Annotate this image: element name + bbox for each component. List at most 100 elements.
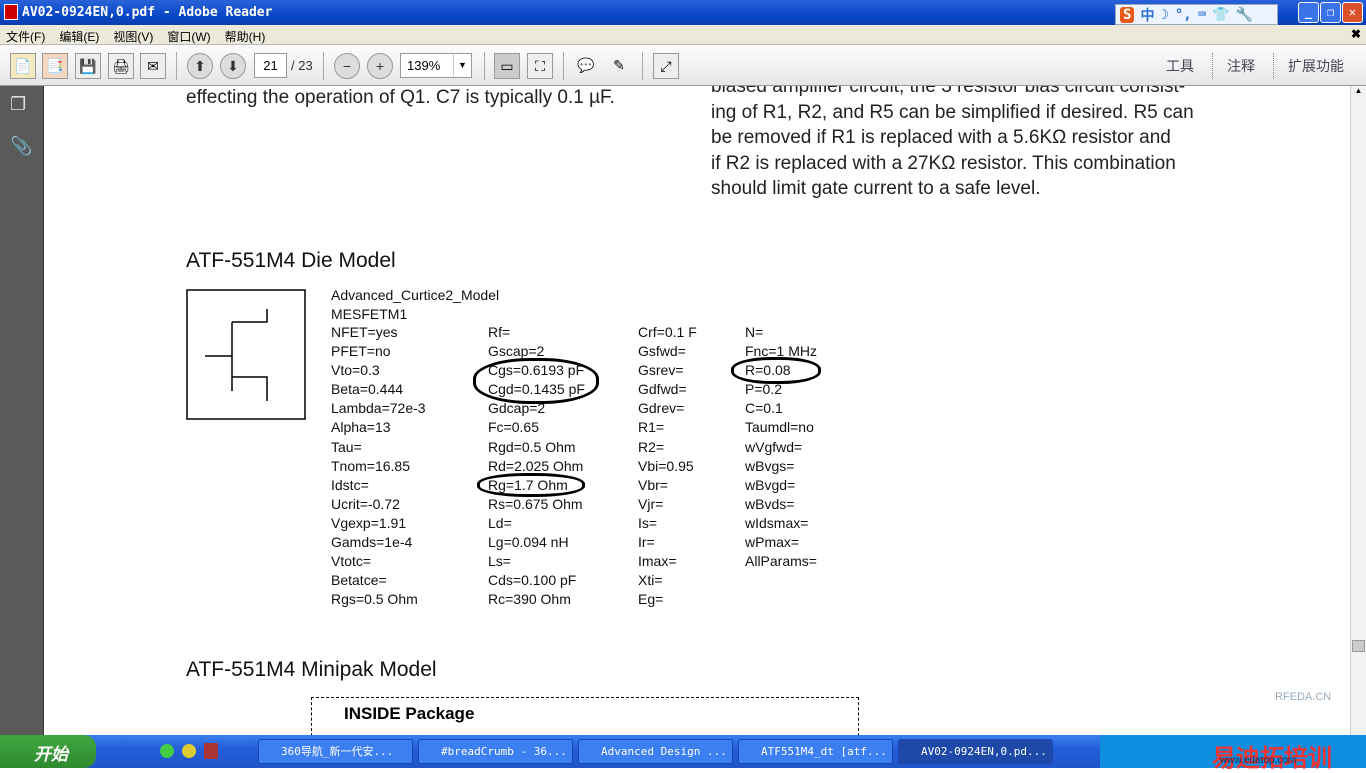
text-line: ing of R1, R2, and R5 can be simplified … [711,101,1194,123]
ime-mode[interactable]: 中 [1140,5,1154,25]
text-line: if R2 is replaced with a 27KΩ resistor. … [711,152,1176,174]
model-param: Ld= [488,514,512,531]
model-param: Gamds=1e-4 [331,534,413,551]
scroll-up-icon[interactable]: ▲ [1352,86,1365,100]
text-line: be removed if R1 is replaced with a 5.6K… [711,127,1171,148]
next-page-button[interactable]: ⬇ [220,53,246,79]
save-icon[interactable]: 💾 [75,53,101,79]
pages-icon[interactable]: ❐ [10,94,26,115]
attachment-icon[interactable]: 📎 [10,136,32,157]
model-param: Gdrev= [638,400,685,417]
minimize-button[interactable]: _ [1298,2,1319,23]
menu-view[interactable]: 视图(V) [113,28,153,44]
ime-toolbar[interactable]: S 中 ☽ °, ⌨ 👕 🔧 [1115,4,1278,25]
model-param: Rs=0.675 Ohm [488,495,583,512]
restore-button[interactable]: ❐ [1320,2,1341,23]
model-param: wBvgs= [745,457,795,474]
zoom-select[interactable]: 139% ▼ [400,53,472,78]
highlight-icon[interactable]: ✎ [606,53,632,79]
page-number-input[interactable]: 21 [254,53,287,78]
inside-package-label: INSIDE Package [344,704,475,723]
skin-icon[interactable]: 👕 [1212,7,1229,23]
quicklaunch-ads-icon[interactable] [204,743,218,759]
menu-file[interactable]: 文件(F) [6,28,45,44]
close-document-icon[interactable]: ✖ [1351,27,1361,41]
model-param: Betatce= [331,572,387,589]
comment-icon[interactable]: 💬 [573,53,599,79]
model-param: wVgfwd= [745,438,803,455]
annotation-circle-r [731,357,821,384]
model-param: NFET=yes [331,324,398,340]
chevron-down-icon[interactable]: ▼ [453,54,471,77]
model-param: Taumdl=no [745,419,814,436]
title-bar: AV02-0924EN,0.pdf - Adobe Reader S 中 ☽ °… [0,0,1366,25]
taskbar: 开始 360导航_新一代安... #breadCrumb - 36... Adv… [0,735,1366,772]
navigation-panel: ❐ 📎 [0,86,44,735]
pdf-app-icon [4,4,18,20]
email-icon[interactable]: ✉ [140,53,166,79]
rfeda-watermark: RFEDA.CN [1275,691,1332,703]
extended-button[interactable]: 扩展功能 [1288,56,1344,76]
model-param: Tau= [331,438,362,455]
scrollbar-thumb[interactable] [1352,640,1365,652]
model-param: wPmax= [745,534,800,551]
punctuation-icon[interactable]: °, [1175,7,1192,23]
model-param: R1= [638,419,665,436]
model-param: Gdfwd= [638,381,687,398]
document-page: effecting the operation of Q1. C7 is typ… [45,86,1350,735]
right-paragraph: biased amplifier circuit, the 3 resistor… [711,86,1206,202]
start-label: 开始 [34,745,68,764]
annotation-circle-cgs-cgd [473,358,599,404]
task-360-nav[interactable]: 360导航_新一代安... [258,739,413,764]
task-ads[interactable]: Advanced Design ... [578,739,733,764]
model-param: Crf=0.1 F [638,324,697,340]
moon-icon[interactable]: ☽ [1160,7,1168,23]
menu-help[interactable]: 帮助(H) [225,28,266,44]
zoom-out-button[interactable]: − [334,53,360,79]
system-tray: 易迪拓培训 www.edatop.com [1100,735,1366,772]
wrench-icon[interactable]: 🔧 [1236,7,1253,23]
fit-width-icon[interactable]: ▭ [494,53,520,79]
die-model-heading: ATF-551M4 Die Model [186,249,396,272]
fit-page-icon[interactable]: ⛶ [527,53,553,79]
model-param: Xti= [638,572,663,589]
comment-button[interactable]: 注释 [1227,56,1255,76]
close-button[interactable]: ✕ [1342,2,1363,23]
print-icon[interactable]: 🖨 [108,53,134,79]
menu-edit[interactable]: 编辑(E) [59,28,99,44]
model-param: Vgexp=1.91 [331,514,407,531]
model-param: PFET=no [331,343,391,360]
model-param: Alpha=13 [331,419,391,436]
task-breadcrumb[interactable]: #breadCrumb - 36... [418,739,573,764]
create-pdf-icon[interactable]: 📄 [10,53,36,79]
minipak-heading: ATF-551M4 Minipak Model [186,658,437,681]
keyboard-icon[interactable]: ⌨ [1198,7,1206,23]
model-param: Vjr= [638,495,664,512]
left-paragraph: effecting the operation of Q1. C7 is typ… [186,87,615,108]
page-total: / 23 [291,58,313,73]
task-atf551m4[interactable]: ATF551M4_dt [atf... [738,739,893,764]
previous-page-button[interactable]: ⬆ [187,53,213,79]
quicklaunch-browser-icon[interactable] [182,744,196,758]
collaborate-icon[interactable]: 📑 [42,53,68,79]
model-param: wBvds= [745,495,795,512]
model-name: Advanced_Curtice2_Model [331,287,500,303]
menu-window[interactable]: 窗口(W) [167,28,210,44]
quicklaunch-360-icon[interactable] [160,744,174,758]
model-param: Lambda=72e-3 [331,400,426,417]
model-param: Tnom=16.85 [331,457,410,474]
vertical-scrollbar[interactable]: ▲ [1350,86,1366,735]
model-param: N= [745,324,764,340]
zoom-in-button[interactable]: + [367,53,393,79]
start-button[interactable]: 开始 [0,735,96,768]
fet-symbol [186,289,306,420]
model-param: C=0.1 [745,400,783,417]
task-adobe-reader[interactable]: AV02-0924EN,0.pd... [898,739,1053,764]
model-param: Rc=390 Ohm [488,591,571,608]
model-param: Rgs=0.5 Ohm [331,591,418,608]
tools-button[interactable]: 工具 [1166,56,1194,76]
full-screen-icon[interactable]: ⤢ [653,53,679,79]
param-column-3: Crf=0.1 F Gsfwd= Gsrev= Gdfwd= Gdrev= R1= R2= V… [638,323,697,609]
model-param: Cds=0.100 pF [488,572,577,589]
model-param: R2= [638,438,665,455]
